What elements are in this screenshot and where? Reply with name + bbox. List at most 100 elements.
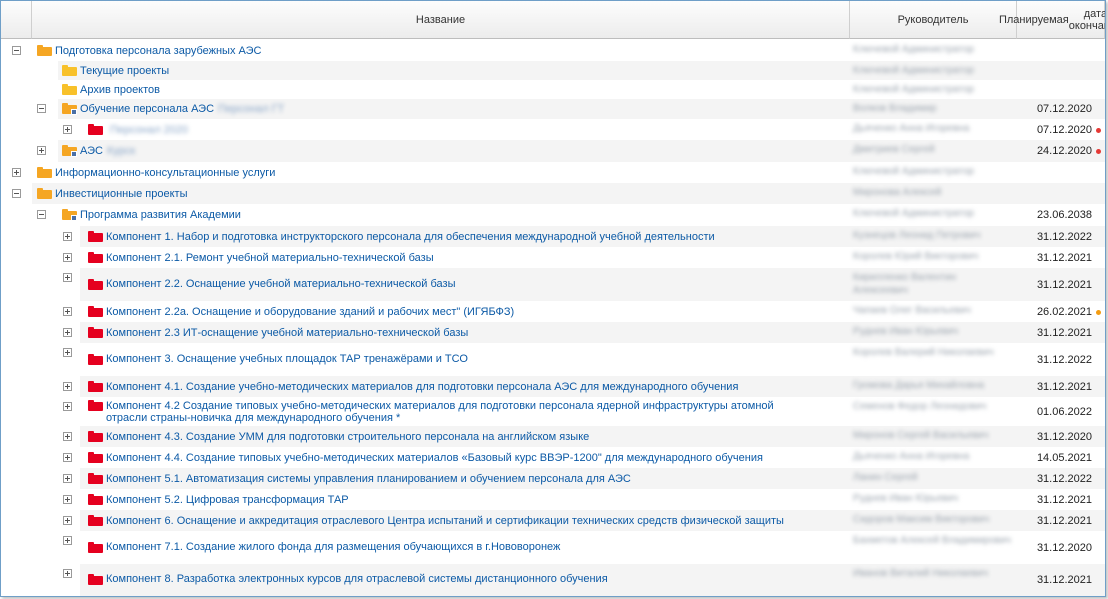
expand-plus-icon[interactable] (63, 402, 72, 411)
tree-row[interactable]: Компонент 4.2 Создание типовых учебно-ме… (1, 397, 1105, 426)
header-selector-column (1, 1, 32, 39)
row-name-link[interactable]: Компонент 1. Набор и подготовка инструкт… (106, 231, 715, 243)
row-name-link[interactable]: Компонент 4.3. Создание УММ для подготов… (106, 431, 589, 443)
row-planned-date: 31.12.2021 (1036, 279, 1092, 291)
expand-plus-icon[interactable] (63, 328, 72, 337)
tree-row[interactable]: Компонент 3. Оснащение учебных площадок … (1, 343, 1105, 376)
row-name-link[interactable]: Программа развития Академии (80, 209, 241, 221)
tree-row[interactable]: Инвестиционные проекты Миронова Алексей (1, 183, 1105, 204)
tree-row[interactable]: Компонент 4.3. Создание УММ для подготов… (1, 426, 1105, 447)
expand-plus-icon[interactable] (63, 536, 72, 545)
tree-row[interactable]: Компонент 2.2а. Оснащение и оборудование… (1, 301, 1105, 322)
row-name-link[interactable]: Архив проектов (80, 84, 160, 96)
tree-row[interactable]: Компонент 5.2. Цифровая трансформация ТА… (1, 489, 1105, 510)
row-manager: Ключевой Администратор (853, 65, 974, 76)
expand-plus-icon[interactable] (63, 125, 72, 134)
tree-row[interactable]: Компонент 4.4. Создание типовых учебно-м… (1, 447, 1105, 468)
row-name-link[interactable]: Компонент 2.1. Ремонт учебной материальн… (106, 252, 434, 264)
expand-plus-icon[interactable] (63, 348, 72, 357)
row-name-link[interactable]: Компонент 6. Оснащение и аккредитация от… (106, 515, 784, 527)
tree-row[interactable]: Персонал 2020 Дьяченко Анна Игоревна 07.12… (1, 119, 1105, 140)
expand-plus-icon[interactable] (63, 307, 72, 316)
row-manager: Бахметов Алексей Владимирович (853, 535, 1012, 546)
row-name-link[interactable]: Компонент 3. Оснащение учебных площадок … (106, 353, 468, 365)
column-header-manager[interactable]: Руководитель (850, 1, 1017, 39)
collapse-minus-icon[interactable] (37, 210, 46, 219)
row-name-text: Архив проектов (80, 84, 160, 96)
expand-plus-icon[interactable] (12, 168, 21, 177)
row-name-link[interactable]: Компонент 4.4. Создание типовых учебно-м… (106, 452, 763, 464)
expand-plus-icon[interactable] (63, 474, 72, 483)
row-name-link[interactable]: Компонент 2.2. Оснащение учебной материа… (106, 278, 456, 290)
row-name-link[interactable]: Компонент 4.2 Создание типовых учебно-ме… (106, 400, 806, 424)
row-planned-date: 31.12.2020 (1036, 542, 1092, 554)
expand-plus-icon[interactable] (63, 516, 72, 525)
row-name-link[interactable]: Компонент 7.1. Создание жилого фонда для… (106, 541, 560, 553)
collapse-minus-icon[interactable] (37, 104, 46, 113)
row-manager: Сидоров Максим Викторович (853, 514, 990, 525)
row-name-link[interactable]: Инвестиционные проекты (55, 188, 187, 200)
expand-plus-icon[interactable] (63, 232, 72, 241)
tree-row[interactable]: Подготовка персонала зарубежных АЭС Ключе… (1, 40, 1105, 61)
expand-plus-icon[interactable] (63, 432, 72, 441)
column-header-date-line1: Планируемая (998, 13, 1069, 26)
project-folder-icon (62, 145, 77, 157)
row-name-text: Компонент 4.4. Создание типовых учебно-м… (106, 452, 763, 464)
row-planned-date: 14.05.2021 (1036, 452, 1092, 464)
row-name-link[interactable]: Компонент 5.1. Автоматизация системы упр… (106, 473, 631, 485)
column-header-name[interactable]: Название (32, 1, 850, 39)
tree-row[interactable]: Компонент 5.1. Автоматизация системы упр… (1, 468, 1105, 489)
tree-row[interactable]: Компонент 4.1. Создание учебно-методичес… (1, 376, 1105, 397)
row-name-link[interactable]: Компонент 5.2. Цифровая трансформация ТА… (106, 494, 349, 506)
row-name-link[interactable]: АЭС Курск (80, 145, 135, 157)
row-manager: Миронова Алексей (853, 187, 942, 198)
tree-row[interactable]: Информационно-консультационные услуги Клю… (1, 162, 1105, 183)
expand-plus-icon[interactable] (63, 382, 72, 391)
expand-plus-icon[interactable] (63, 495, 72, 504)
row-name-link[interactable]: Текущие проекты (80, 65, 169, 77)
row-name-text: Компонент 8. Разработка электронных курс… (106, 573, 608, 585)
row-name-link[interactable]: Подготовка персонала зарубежных АЭС (55, 45, 261, 57)
row-planned-date: 31.12.2020 (1036, 431, 1092, 443)
collapse-minus-icon[interactable] (12, 46, 21, 55)
row-name-text: Обучение персонала АЭС (80, 103, 215, 115)
tree-row[interactable]: Обучение персонала АЭС Персонал ГТ Волков … (1, 99, 1105, 119)
column-header-date[interactable]: Планируемая дата окончания (999, 1, 1105, 39)
tree-row[interactable]: АЭС Курск Дмитриев Сергей 24.12.2020 (1, 140, 1105, 162)
tree-row[interactable]: Компонент 8. Разработка электронных курс… (1, 564, 1105, 596)
row-name-link[interactable]: Компонент 2.3 ИТ-оснащение учебной матер… (106, 327, 468, 339)
tree-row[interactable]: Компонент 6. Оснащение и аккредитация от… (1, 510, 1105, 531)
folder-icon (88, 231, 103, 242)
expand-plus-icon[interactable] (37, 146, 46, 155)
tree-row[interactable]: Текущие проекты Ключевой Администратор (1, 61, 1105, 80)
tree-row[interactable]: Компонент 2.1. Ремонт учебной материальн… (1, 247, 1105, 268)
row-name-link[interactable]: Персонал 2020 (106, 124, 188, 136)
expand-plus-icon[interactable] (63, 453, 72, 462)
tree-row[interactable]: Программа развития Академии Ключевой Адми… (1, 204, 1105, 226)
row-name-link[interactable]: Компонент 2.2а. Оснащение и оборудование… (106, 306, 514, 318)
expand-plus-icon[interactable] (63, 273, 72, 282)
row-name-link[interactable]: Информационно-консультационные услуги (55, 167, 275, 179)
folder-icon (88, 431, 103, 442)
project-folder-icon (62, 209, 77, 221)
row-name-link[interactable]: Компонент 8. Разработка электронных курс… (106, 573, 608, 585)
row-planned-date: 31.12.2021 (1036, 381, 1092, 393)
overdue-status-dot (1096, 128, 1101, 133)
collapse-minus-icon[interactable] (12, 189, 21, 198)
row-name-text: Компонент 2.2. Оснащение учебной материа… (106, 278, 456, 290)
tree-row[interactable]: Компонент 7.1. Создание жилого фонда для… (1, 531, 1105, 564)
row-manager: Королев Юрий Викторович (853, 251, 979, 262)
folder-icon (88, 279, 103, 290)
row-name-link[interactable]: Компонент 4.1. Создание учебно-методичес… (106, 381, 738, 393)
folder-icon (62, 84, 77, 95)
expand-plus-icon[interactable] (63, 569, 72, 578)
row-name-link[interactable]: Обучение персонала АЭС Персонал ГТ (80, 103, 284, 115)
row-manager: Руднев Иван Юрьевич (853, 493, 959, 504)
tree-row[interactable]: Компонент 1. Набор и подготовка инструкт… (1, 226, 1105, 247)
row-planned-date: 23.06.2038 (1036, 209, 1092, 221)
expand-plus-icon[interactable] (63, 253, 72, 262)
tree-row[interactable]: Компонент 2.3 ИТ-оснащение учебной матер… (1, 322, 1105, 343)
row-name-text: Компонент 2.1. Ремонт учебной материальн… (106, 252, 434, 264)
tree-row[interactable]: Архив проектов Ключевой Администратор (1, 80, 1105, 99)
tree-row[interactable]: Компонент 2.2. Оснащение учебной материа… (1, 268, 1105, 301)
